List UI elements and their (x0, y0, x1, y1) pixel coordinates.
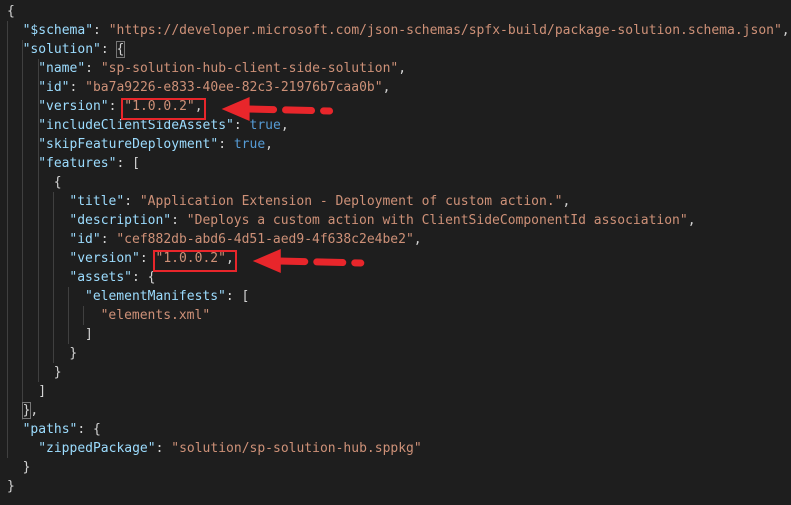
arrow-shaft (244, 105, 334, 115)
arrow-shaft (275, 257, 365, 267)
annotation-arrows (221, 97, 365, 273)
